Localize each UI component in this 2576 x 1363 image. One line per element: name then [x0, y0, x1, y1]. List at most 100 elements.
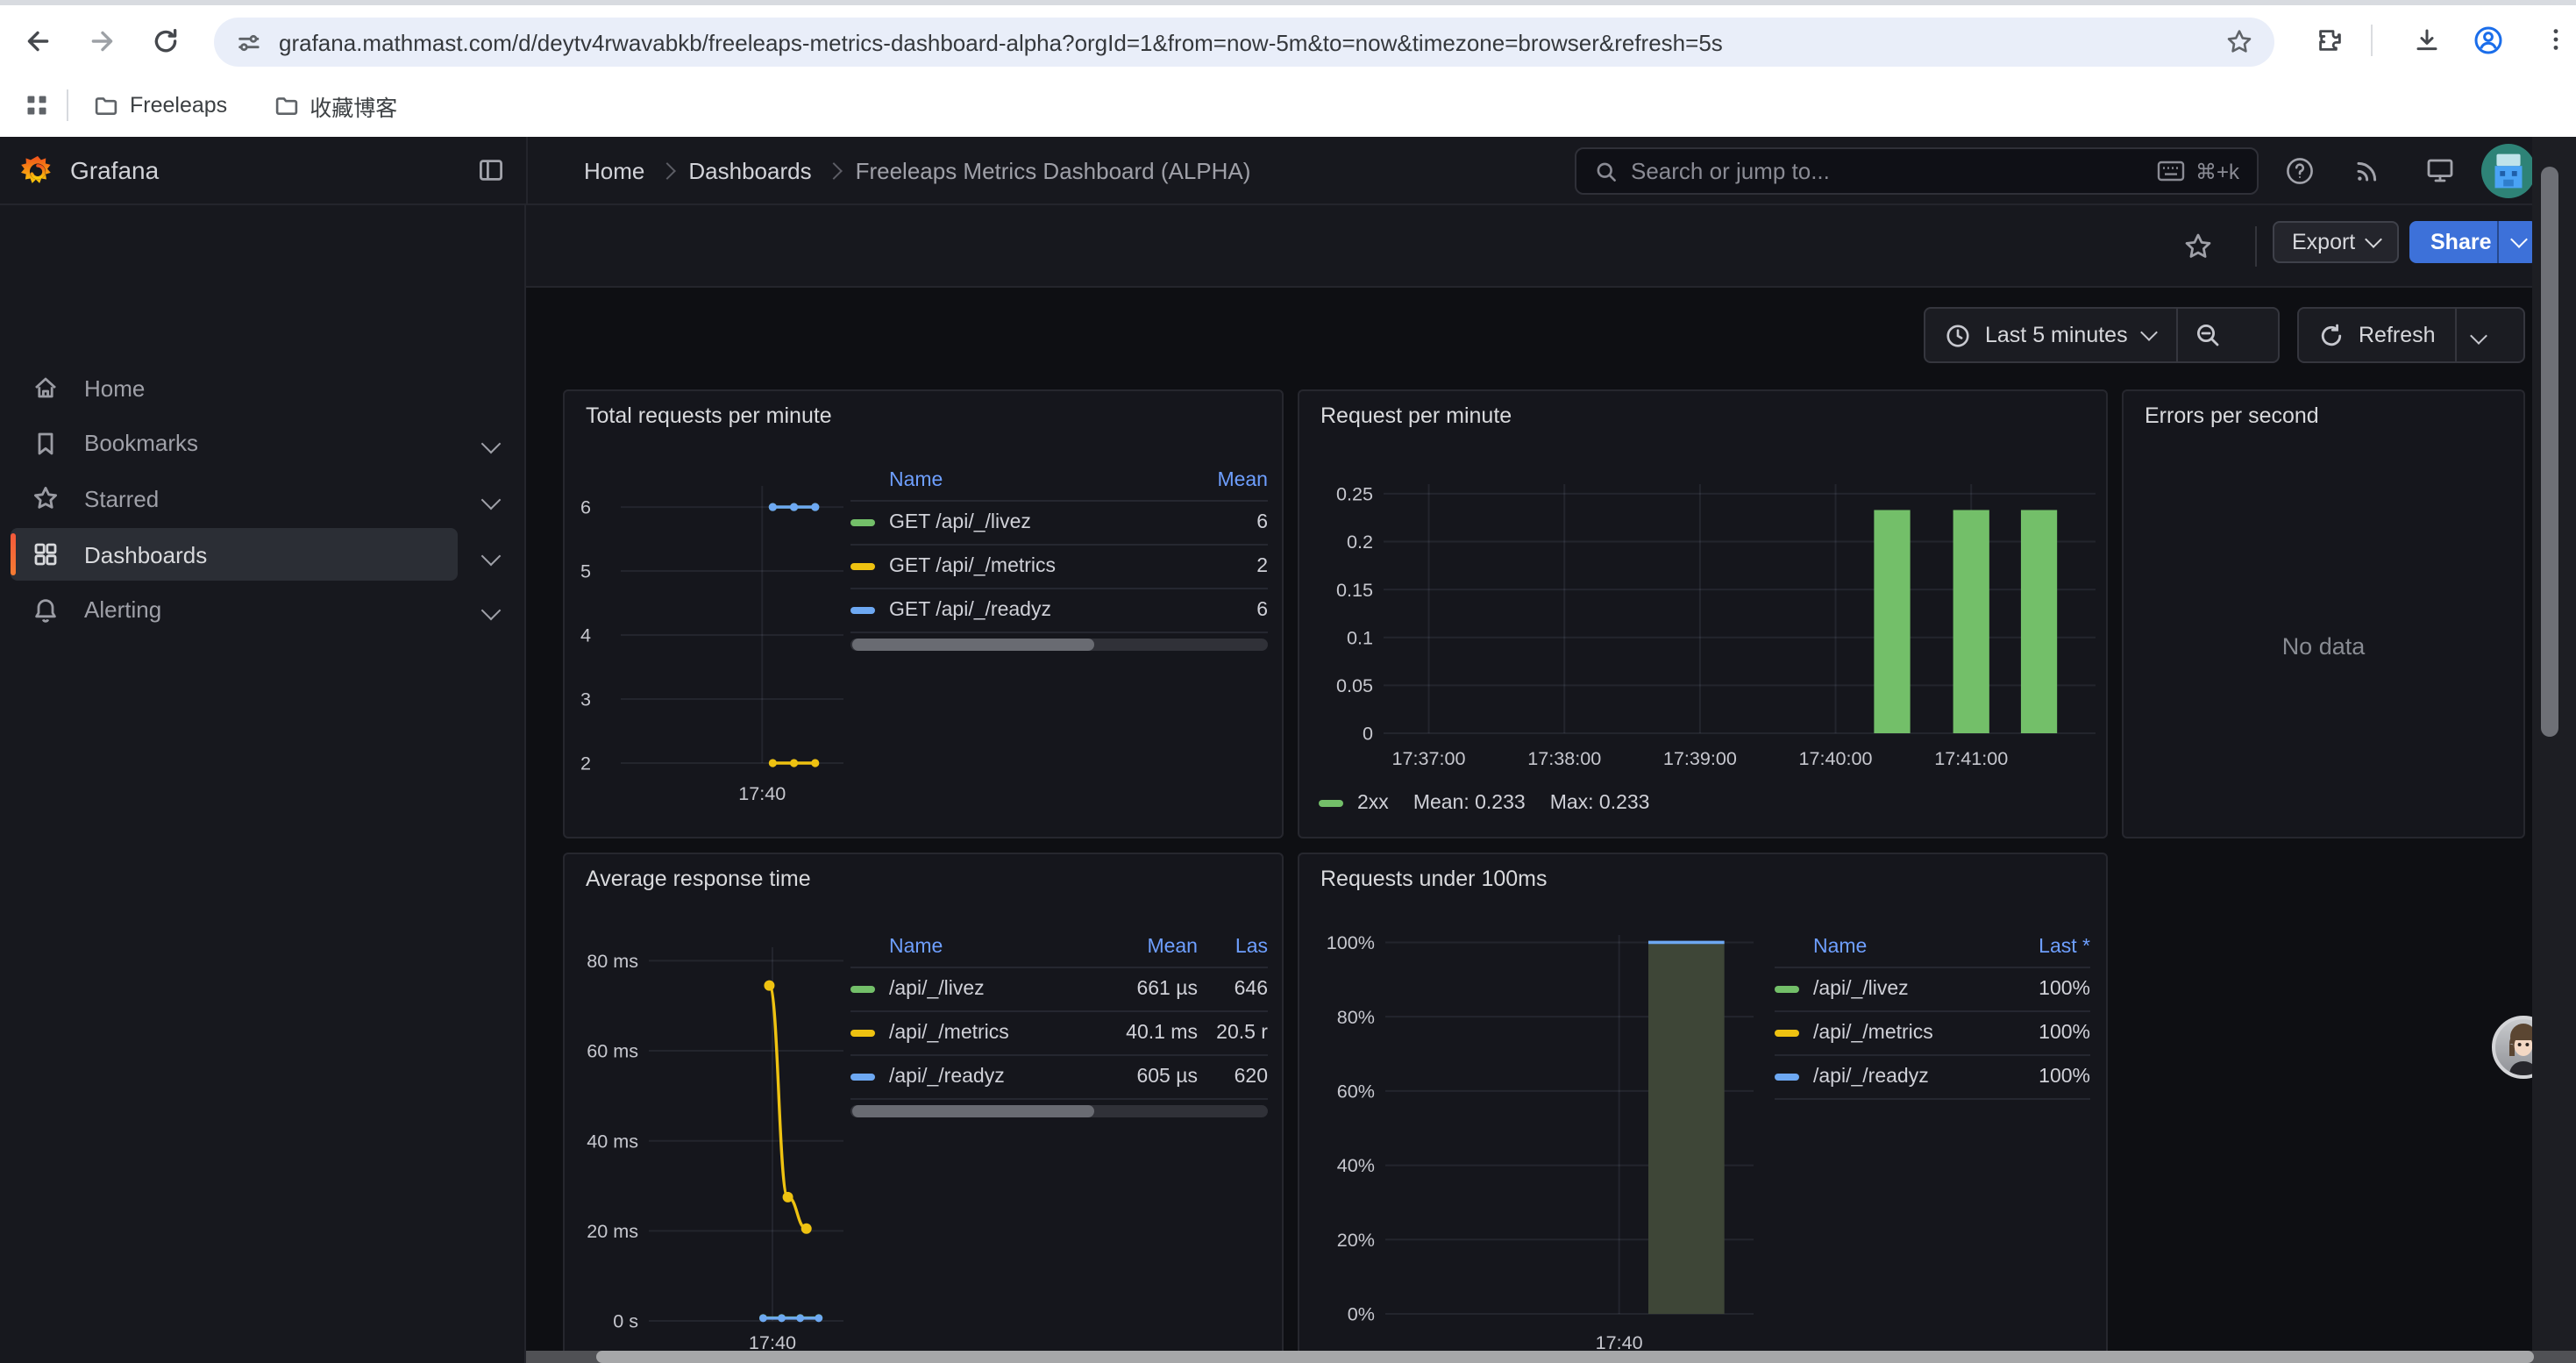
rss-icon[interactable]: [2353, 156, 2381, 184]
legend-col-name[interactable]: Name: [1775, 937, 1999, 958]
panel-title[interactable]: Average response time: [586, 867, 811, 891]
legend-row[interactable]: /api/_/metrics 100%: [1775, 1012, 2090, 1056]
time-range-label[interactable]: Last 5 minutes: [1985, 323, 2128, 347]
svg-text:2: 2: [580, 753, 591, 774]
legend-col-last[interactable]: Last *: [1999, 937, 2090, 958]
legend-row[interactable]: GET /api/_/livez 6: [850, 502, 1268, 546]
svg-text:17:39:00: 17:39:00: [1663, 747, 1737, 769]
legend-row[interactable]: GET /api/_/readyz 6: [850, 589, 1268, 633]
refresh-icon: [2318, 322, 2345, 348]
no-data-message: No data: [2124, 633, 2523, 660]
sidebar-item-home[interactable]: Home: [11, 361, 458, 414]
chevron-down-icon[interactable]: [481, 601, 502, 621]
series-name: 2xx: [1357, 793, 1389, 814]
url-text[interactable]: grafana.mathmast.com/d/deytv4rwavabkb/fr…: [279, 29, 2225, 55]
site-info-icon[interactable]: [235, 29, 261, 55]
extensions-icon[interactable]: [2315, 26, 2343, 54]
toolbar-divider: [2371, 25, 2373, 56]
sidebar-item-label: Bookmarks: [84, 430, 198, 456]
panel-title[interactable]: Request per minute: [1320, 403, 1512, 428]
bookmark-folder-blog[interactable]: 收藏博客: [273, 89, 397, 122]
vertical-scrollbar-thumb[interactable]: [2541, 167, 2558, 737]
legend-scrollbar[interactable]: [850, 639, 1268, 651]
sidebar-item-starred[interactable]: Starred: [11, 472, 458, 525]
favorite-star-icon[interactable]: [2183, 232, 2213, 261]
dock-sidebar-icon[interactable]: [477, 156, 505, 184]
profile-icon[interactable]: [2473, 25, 2504, 56]
svg-text:20 ms: 20 ms: [587, 1220, 638, 1242]
sidebar-item-alerting[interactable]: Alerting: [11, 583, 458, 636]
legend-row[interactable]: /api/_/readyz 100%: [1775, 1056, 2090, 1100]
svg-text:5: 5: [580, 560, 591, 582]
legend-row[interactable]: /api/_/readyz 605 µs 620: [850, 1056, 1268, 1100]
sidebar-item-dashboards[interactable]: Dashboards: [11, 528, 458, 581]
bookmark-star-icon[interactable]: [2225, 28, 2253, 56]
chevron-down-icon[interactable]: [481, 434, 502, 454]
chevron-down-icon[interactable]: [2470, 326, 2487, 344]
svg-text:0.2: 0.2: [1347, 531, 1373, 553]
legend-request-per-minute[interactable]: 2xx Mean: 0.233 Max: 0.233: [1319, 793, 1650, 814]
svg-text:40%: 40%: [1337, 1154, 1375, 1176]
search-input[interactable]: Search or jump to... ⌘+k: [1575, 147, 2259, 195]
chevron-down-icon[interactable]: [481, 546, 502, 566]
legend-scrollbar[interactable]: [850, 1105, 1268, 1117]
scrollbar-thumb[interactable]: [852, 639, 1094, 651]
series-name: GET /api/_/livez: [889, 512, 1031, 533]
legend-col-last[interactable]: Las: [1198, 937, 1268, 958]
legend-row[interactable]: GET /api/_/metrics 2: [850, 546, 1268, 589]
refresh-label[interactable]: Refresh: [2359, 323, 2436, 347]
chevron-down-icon[interactable]: [481, 489, 502, 510]
legend-col-mean[interactable]: Mean: [1107, 937, 1198, 958]
menu-kebab-icon[interactable]: [2543, 26, 2569, 53]
bookmark-folder-freeleaps[interactable]: Freeleaps: [93, 92, 227, 118]
sidebar-item-bookmarks[interactable]: Bookmarks: [11, 417, 458, 469]
grafana-logo[interactable]: [21, 153, 54, 187]
series-last: 620: [1198, 1067, 1268, 1088]
svg-text:0.05: 0.05: [1336, 674, 1373, 696]
panel-title[interactable]: Total requests per minute: [586, 403, 832, 428]
svg-text:60%: 60%: [1337, 1080, 1375, 1102]
chart-request-per-minute[interactable]: 0.250.20.150.10.05017:37:0017:38:0017:39…: [1306, 460, 2104, 837]
horizontal-scrollbar-thumb[interactable]: [596, 1351, 2534, 1363]
panel-title[interactable]: Requests under 100ms: [1320, 867, 1548, 891]
series-max-stat: Max: 0.233: [1550, 793, 1650, 814]
url-bar[interactable]: grafana.mathmast.com/d/deytv4rwavabkb/fr…: [214, 18, 2274, 67]
svg-text:60 ms: 60 ms: [587, 1040, 638, 1062]
panel-title[interactable]: Errors per second: [2145, 403, 2319, 428]
series-name: /api/_/livez: [889, 979, 985, 1000]
download-icon[interactable]: [2413, 26, 2441, 54]
bell-icon: [32, 596, 60, 624]
svg-text:17:37:00: 17:37:00: [1392, 747, 1466, 769]
series-mean: 40.1 ms: [1107, 1023, 1198, 1044]
legend-row[interactable]: /api/_/metrics 40.1 ms 20.5 r: [850, 1012, 1268, 1056]
apps-grid-icon[interactable]: [25, 93, 49, 118]
chart-requests-under-100ms[interactable]: 100%80%60%40%20%0%17:40: [1259, 919, 1768, 1358]
chart-total-requests[interactable]: 6543217:40: [563, 465, 861, 816]
series-name: GET /api/_/metrics: [889, 556, 1056, 577]
legend-col-name[interactable]: Name: [850, 470, 1177, 491]
legend-row[interactable]: /api/_/livez 661 µs 646: [850, 968, 1268, 1012]
export-label: Export: [2292, 230, 2355, 254]
legend-col-name[interactable]: Name: [850, 937, 1107, 958]
breadcrumb-separator-icon: [658, 162, 675, 180]
brand-name[interactable]: Grafana: [70, 156, 159, 184]
export-button[interactable]: Export: [2273, 221, 2399, 263]
back-button[interactable]: [23, 26, 53, 56]
user-avatar[interactable]: [2481, 144, 2536, 198]
legend-col-mean[interactable]: Mean: [1177, 470, 1268, 491]
forward-button[interactable]: [88, 26, 117, 56]
refresh-group: Refresh: [2297, 307, 2525, 363]
chart-average-response-time[interactable]: 80 ms60 ms40 ms20 ms0 s17:40: [563, 919, 861, 1358]
series-mean: 2: [1177, 556, 1268, 577]
svg-text:40 ms: 40 ms: [587, 1130, 638, 1152]
breadcrumb-dashboards[interactable]: Dashboards: [688, 158, 811, 184]
reload-button[interactable]: [151, 26, 181, 56]
help-icon[interactable]: [2285, 156, 2315, 186]
grafana-app: Grafana Home Dashboards Freeleaps Metric…: [0, 137, 2576, 1363]
scrollbar-thumb[interactable]: [852, 1105, 1094, 1117]
legend-row[interactable]: /api/_/livez 100%: [1775, 968, 2090, 1012]
breadcrumb-home[interactable]: Home: [584, 158, 644, 184]
monitor-icon[interactable]: [2425, 156, 2455, 184]
svg-text:80%: 80%: [1337, 1006, 1375, 1028]
zoom-out-icon[interactable]: [2195, 321, 2223, 349]
